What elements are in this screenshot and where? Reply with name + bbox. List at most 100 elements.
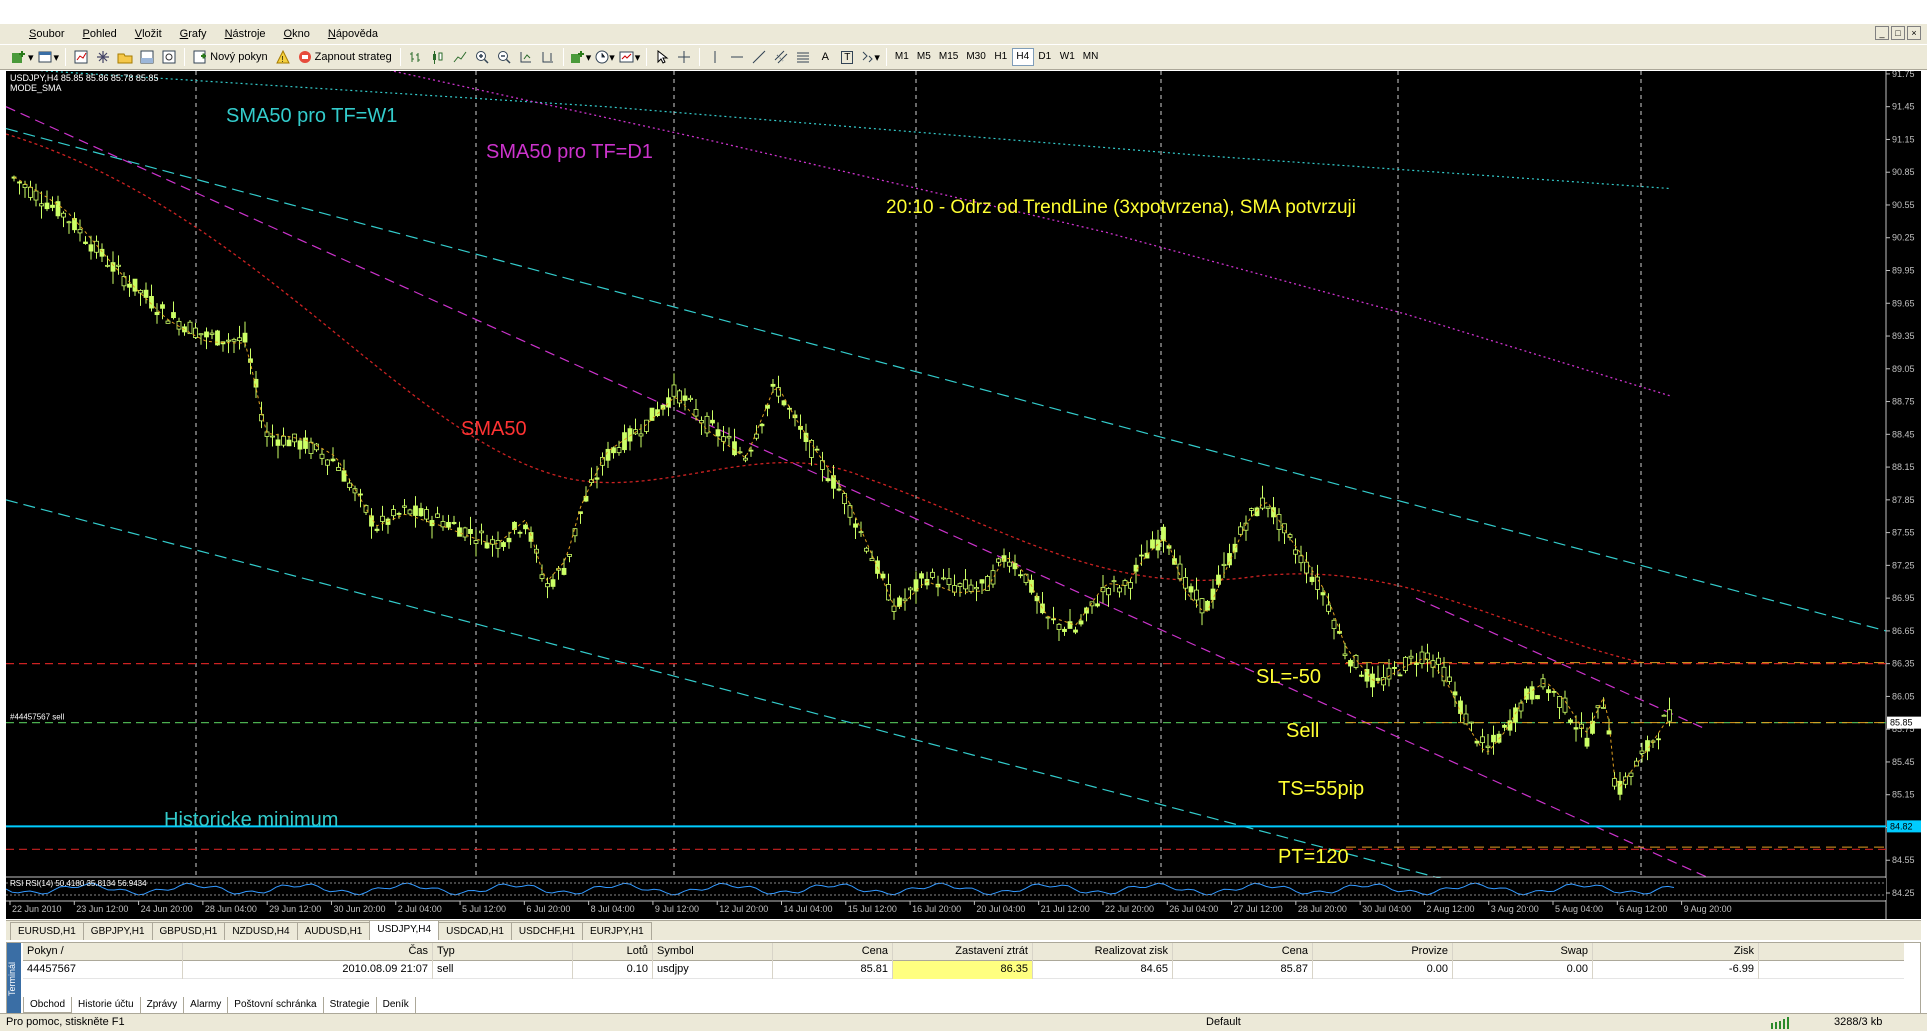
- column-header[interactable]: Typ: [433, 942, 573, 961]
- terminal-tab[interactable]: Zprávy: [141, 997, 185, 1013]
- terminal-tab[interactable]: Obchod: [23, 997, 73, 1013]
- table-cell: 84.65: [1033, 960, 1173, 979]
- candle-body: [341, 470, 347, 482]
- equidistant-channel-icon[interactable]: [770, 46, 792, 68]
- terminal-tab[interactable]: Poštovní schránka: [228, 997, 324, 1013]
- chart-canvas[interactable]: 91.75 91.45 91.15 90.85 90.55 90.25 89.95 89.65…: [6, 71, 1921, 919]
- column-header[interactable]: Lotů: [573, 942, 653, 961]
- candle-body: [1249, 508, 1254, 511]
- timeframe-h4[interactable]: H4: [1011, 48, 1034, 66]
- symbol-tab-eurjpy-h1[interactable]: EURJPY,H1: [582, 922, 652, 940]
- toolbar-separator: [699, 48, 701, 66]
- arrows-icon[interactable]: ▾: [858, 46, 882, 68]
- candle-body: [171, 312, 176, 319]
- menu-nastroje[interactable]: Nástroje: [216, 28, 275, 40]
- chart-shift-icon[interactable]: [537, 46, 559, 68]
- autotrading-button[interactable]: Zapnout strateg: [294, 46, 396, 68]
- restore-button[interactable]: □: [1891, 26, 1905, 40]
- symbol-tab-gbpusd-h1[interactable]: GBPUSD,H1: [151, 922, 226, 940]
- terminal-icon[interactable]: [136, 46, 158, 68]
- timeframe-d1[interactable]: D1: [1034, 48, 1056, 66]
- time-tick-label: 30 Jun 20:00: [333, 904, 385, 914]
- candle-body: [869, 558, 875, 562]
- symbol-tab-usdchf-h1[interactable]: USDCHF,H1: [510, 922, 584, 940]
- terminal-tab[interactable]: Strategie: [324, 997, 377, 1013]
- terminal-tab[interactable]: Alarmy: [184, 997, 229, 1013]
- column-header[interactable]: Cena: [1173, 942, 1313, 961]
- timeframe-m15[interactable]: M15: [935, 48, 962, 66]
- trendline-icon[interactable]: [748, 46, 770, 68]
- price-chart[interactable]: 91.75 91.45 91.15 90.85 90.55 90.25 89.95 89.65…: [6, 71, 1921, 919]
- timeframe-mn[interactable]: MN: [1079, 48, 1103, 66]
- new-order-label: Nový pokyn: [210, 51, 268, 63]
- symbol-tab-audusd-h1[interactable]: AUDUSD,H1: [296, 922, 371, 940]
- new-order-button[interactable]: Nový pokyn: [189, 46, 272, 68]
- bar-chart-icon[interactable]: [405, 46, 427, 68]
- column-header[interactable]: Symbol: [653, 942, 773, 961]
- indicators-icon[interactable]: ▾: [568, 46, 594, 68]
- menu-soubor[interactable]: Soubor: [20, 28, 73, 40]
- menu-napoveda[interactable]: Nápověda: [319, 28, 387, 40]
- column-header[interactable]: Realizovat zisk: [1033, 942, 1173, 961]
- candle-body: [1601, 707, 1606, 709]
- menu-pohled[interactable]: Pohled: [73, 28, 125, 40]
- timeframe-h1[interactable]: H1: [990, 48, 1012, 66]
- symbol-tab-nzdusd-h4[interactable]: NZDUSD,H4: [224, 922, 298, 940]
- menu-okno[interactable]: Okno: [275, 28, 319, 40]
- timeframe-m30[interactable]: M30: [962, 48, 989, 66]
- menu-vlozit[interactable]: Vložit: [126, 28, 171, 40]
- time-tick-label: 14 Jul 04:00: [784, 904, 833, 914]
- market-watch-icon[interactable]: [70, 46, 92, 68]
- periods-icon[interactable]: ▾: [593, 46, 617, 68]
- profiles-icon[interactable]: ▾: [36, 46, 62, 68]
- strategy-tester-icon[interactable]: [158, 46, 180, 68]
- column-header[interactable]: Cena: [773, 942, 893, 961]
- terminal-tab[interactable]: Historie účtu: [72, 997, 141, 1013]
- timeframe-w1[interactable]: W1: [1056, 48, 1079, 66]
- line-chart-icon[interactable]: [449, 46, 471, 68]
- column-header[interactable]: Zastavení ztrát: [893, 942, 1033, 961]
- candle-body: [1210, 588, 1216, 600]
- new-order-icon: [193, 50, 207, 64]
- symbol-tab-gbpjpy-h1[interactable]: GBPJPY,H1: [82, 922, 153, 940]
- column-header[interactable]: Swap: [1453, 942, 1593, 961]
- timeframe-m5[interactable]: M5: [913, 48, 935, 66]
- time-tick-label: 20 Jul 04:00: [976, 904, 1025, 914]
- table-row[interactable]: 44457567 2010.08.09 21:07 sell 0.10 usdjpy 85…: [23, 960, 1904, 979]
- symbol-tab-usdjpy-h4[interactable]: USDJPY,H4: [369, 920, 440, 940]
- menu-grafy[interactable]: Grafy: [171, 28, 216, 40]
- horizontal-line-icon[interactable]: [726, 46, 748, 68]
- cursor-icon[interactable]: [651, 46, 673, 68]
- symbol-tab-eurusd-h1[interactable]: EURUSD,H1: [10, 922, 84, 940]
- templates-icon[interactable]: ▾: [617, 46, 643, 68]
- data-window-icon[interactable]: [92, 46, 114, 68]
- autoscroll-icon[interactable]: [515, 46, 537, 68]
- time-tick-label: 23 Jun 12:00: [76, 904, 128, 914]
- candle-body: [594, 477, 600, 480]
- vertical-line-icon[interactable]: [704, 46, 726, 68]
- zoom-in-icon[interactable]: [471, 46, 493, 68]
- new-chart-icon[interactable]: ▾: [8, 46, 36, 68]
- column-header[interactable]: Provize: [1313, 942, 1453, 961]
- column-header[interactable]: Čas: [183, 942, 433, 961]
- close-button[interactable]: ×: [1907, 26, 1921, 40]
- minimize-button[interactable]: _: [1875, 26, 1889, 40]
- text-label-icon[interactable]: T: [836, 46, 858, 68]
- terminal-tab[interactable]: Deník: [377, 997, 416, 1013]
- column-header[interactable]: Pokyn /: [23, 942, 183, 961]
- column-header[interactable]: Zisk: [1593, 942, 1759, 961]
- candle-body: [1551, 691, 1557, 693]
- candlestick-icon[interactable]: [427, 46, 449, 68]
- crosshair-icon[interactable]: [673, 46, 695, 68]
- navigator-icon[interactable]: [114, 46, 136, 68]
- symbol-tab-usdcad-h1[interactable]: USDCAD,H1: [438, 922, 512, 940]
- zoom-out-icon[interactable]: [493, 46, 515, 68]
- candle-body: [1474, 740, 1480, 744]
- timeframe-m1[interactable]: M1: [891, 48, 913, 66]
- price-tick-label: 86.05: [1892, 691, 1915, 701]
- time-tick-label: 6 Aug 12:00: [1619, 904, 1667, 914]
- fibonacci-icon[interactable]: [792, 46, 814, 68]
- candle-body: [1535, 695, 1540, 700]
- text-icon[interactable]: A: [814, 46, 836, 68]
- expert-advisors-icon[interactable]: !: [272, 46, 294, 68]
